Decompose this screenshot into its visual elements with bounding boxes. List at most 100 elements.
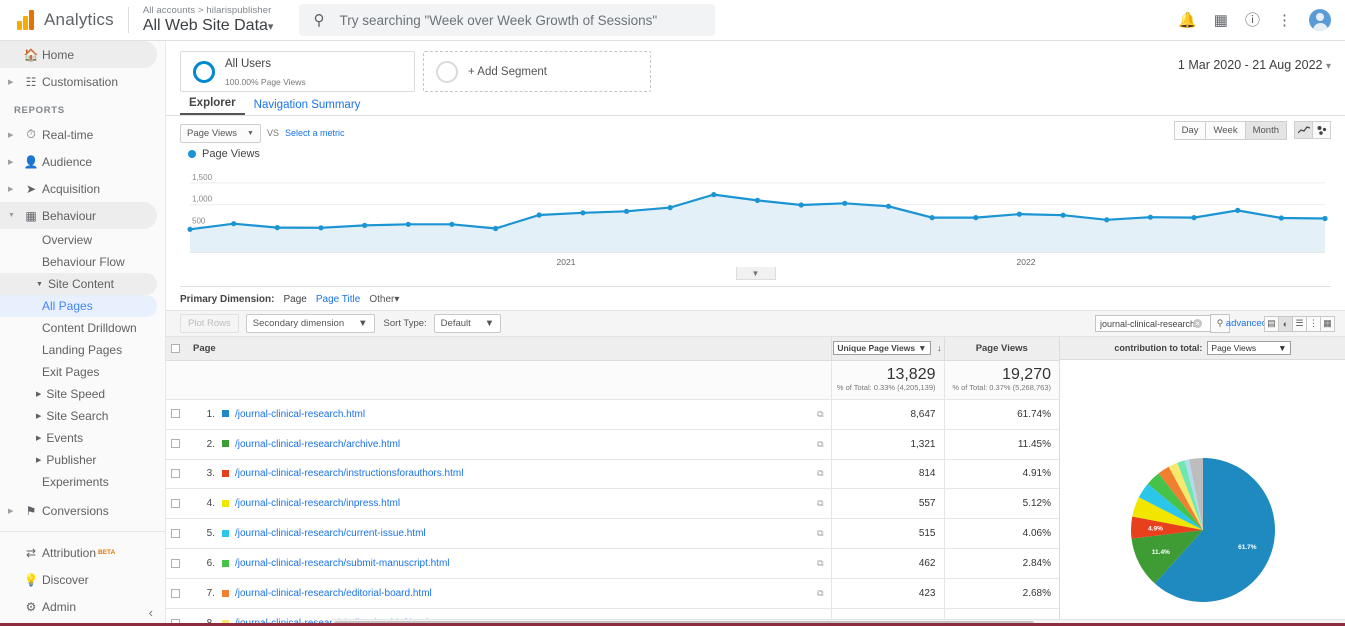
sidebar-item-real-time[interactable]: ▶ ⏱ Real-time	[0, 121, 165, 148]
chart-point[interactable]	[799, 202, 804, 207]
chart-point[interactable]	[362, 223, 367, 228]
chart-point[interactable]	[973, 215, 978, 220]
sort-type-select[interactable]: Default▼	[434, 314, 502, 333]
chart-point[interactable]	[1279, 215, 1284, 220]
chart-point[interactable]	[886, 204, 891, 209]
row-page-link[interactable]: /journal-clinical-research.html	[235, 409, 365, 420]
chart-point[interactable]	[493, 226, 498, 231]
row-checkbox[interactable]	[171, 469, 180, 478]
comparison-view-icon[interactable]: ⋮	[1306, 316, 1321, 332]
sidebar-item-site-search[interactable]: ▶Site Search	[0, 405, 165, 427]
sidebar-item-site-speed[interactable]: ▶Site Speed	[0, 383, 165, 405]
open-page-icon[interactable]: ⧉	[817, 528, 823, 539]
advanced-link[interactable]: advanced	[1226, 318, 1267, 329]
chart-point[interactable]	[1061, 213, 1066, 218]
chart-point[interactable]	[842, 201, 847, 206]
chart-point[interactable]	[711, 192, 716, 197]
column-header-unique-page-views[interactable]: Unique Page Views▼ ↓	[831, 337, 944, 360]
collapse-sidebar-button[interactable]: ‹	[149, 605, 153, 620]
open-page-icon[interactable]: ⧉	[817, 558, 823, 569]
table-row[interactable]: 7./journal-clinical-research/editorial-b…	[166, 579, 1059, 609]
tab-navigation-summary[interactable]: Navigation Summary	[245, 99, 370, 115]
chart-point[interactable]	[755, 198, 760, 203]
row-checkbox[interactable]	[171, 589, 180, 598]
row-checkbox[interactable]	[171, 529, 180, 538]
sidebar-item-content-drilldown[interactable]: Content Drilldown	[0, 317, 165, 339]
chart-point[interactable]	[1322, 216, 1327, 221]
chart-point[interactable]	[1191, 215, 1196, 220]
sidebar-item-home[interactable]: 🏠 Home	[0, 41, 157, 68]
table-view-icon[interactable]: ▤	[1264, 316, 1279, 332]
primary-dimension-page-title[interactable]: Page Title	[316, 294, 360, 305]
chart-point[interactable]	[537, 212, 542, 217]
table-row[interactable]: 2./journal-clinical-research/archive.htm…	[166, 429, 1059, 459]
sort-indicator-icon[interactable]: ↓	[937, 343, 942, 353]
pivot-view-icon[interactable]: ▦	[1320, 316, 1335, 332]
motion-chart-icon[interactable]	[1312, 121, 1331, 139]
performance-view-icon[interactable]: ☰	[1292, 316, 1307, 332]
column-header-page-views[interactable]: Page Views	[944, 337, 1059, 360]
row-checkbox[interactable]	[171, 499, 180, 508]
row-page-link[interactable]: /journal-clinical-research/inpress.html	[235, 498, 400, 509]
sidebar-item-conversions[interactable]: ▶ ⚑ Conversions	[0, 497, 165, 524]
select-all-checkbox[interactable]	[171, 344, 180, 353]
sidebar-item-events[interactable]: ▶Events	[0, 427, 165, 449]
row-page-link[interactable]: /journal-clinical-research/current-issue…	[235, 528, 426, 539]
row-page-link[interactable]: /journal-clinical-research/editorial-boa…	[235, 588, 432, 599]
granularity-week[interactable]: Week	[1205, 121, 1245, 140]
row-page-link[interactable]: /journal-clinical-research/submit-manusc…	[235, 558, 450, 569]
sidebar-item-behaviour-flow[interactable]: Behaviour Flow	[0, 251, 165, 273]
open-page-icon[interactable]: ⧉	[817, 439, 823, 450]
chart-point[interactable]	[1235, 208, 1240, 213]
sidebar-item-customisation[interactable]: ▶ ☷ Customisation	[0, 68, 165, 95]
column-header-page[interactable]: Page	[184, 337, 831, 360]
row-checkbox[interactable]	[171, 439, 180, 448]
sidebar-item-site-content[interactable]: ▼Site Content	[0, 273, 157, 295]
more-vert-icon[interactable]: ⋮	[1277, 13, 1292, 28]
chart-point[interactable]	[187, 227, 192, 232]
chart-point[interactable]	[1104, 217, 1109, 222]
collapse-chart-button[interactable]: ▼	[736, 267, 776, 280]
table-row[interactable]: 1./journal-clinical-research.html⧉8,6476…	[166, 399, 1059, 429]
row-checkbox[interactable]	[171, 559, 180, 568]
table-row[interactable]: 5./journal-clinical-research/current-iss…	[166, 519, 1059, 549]
sidebar-item-experiments[interactable]: Experiments	[0, 471, 165, 493]
clear-search-icon[interactable]: ✕	[1193, 319, 1202, 328]
table-row[interactable]: 4./journal-clinical-research/inpress.htm…	[166, 489, 1059, 519]
chart-point[interactable]	[231, 221, 236, 226]
plot-rows-button[interactable]: Plot Rows	[180, 314, 239, 333]
sidebar-item-exit-pages[interactable]: Exit Pages	[0, 361, 165, 383]
sidebar-item-admin[interactable]: ⚙ Admin	[0, 593, 165, 620]
row-page-link[interactable]: /journal-clinical-research/instructionsf…	[235, 468, 463, 479]
metric-pill[interactable]: Unique Page Views▼	[833, 341, 930, 355]
sidebar-item-publisher[interactable]: ▶Publisher	[0, 449, 165, 471]
avatar[interactable]	[1309, 9, 1331, 31]
pie-view-icon[interactable]: ◐	[1278, 316, 1293, 332]
chart-point[interactable]	[449, 222, 454, 227]
segment-all-users[interactable]: All Users 100.00% Page Views	[180, 51, 415, 92]
global-search[interactable]: ⚲	[299, 4, 715, 36]
chart-point[interactable]	[1148, 215, 1153, 220]
table-row[interactable]: 6./journal-clinical-research/submit-manu…	[166, 549, 1059, 579]
metric-select[interactable]: Page Views▼	[180, 124, 261, 143]
search-input[interactable]	[337, 12, 701, 29]
row-page-link[interactable]: /journal-clinical-research/archive.html	[235, 439, 400, 450]
line-chart-icon[interactable]	[1294, 121, 1313, 139]
sidebar-item-discover[interactable]: 💡 Discover	[0, 566, 165, 593]
open-page-icon[interactable]: ⧉	[817, 409, 823, 420]
help-icon[interactable]: ⓘ	[1245, 13, 1260, 28]
sidebar-item-overview[interactable]: Overview	[0, 229, 165, 251]
pie-metric-select[interactable]: Page Views▼	[1207, 341, 1290, 355]
chart-point[interactable]	[275, 225, 280, 230]
sidebar-item-acquisition[interactable]: ▶ ➤ Acquisition	[0, 175, 165, 202]
add-segment-button[interactable]: + Add Segment	[423, 51, 651, 92]
chart-point[interactable]	[580, 210, 585, 215]
open-page-icon[interactable]: ⧉	[817, 498, 823, 509]
bell-icon[interactable]: 🔔	[1178, 13, 1197, 28]
sidebar-item-attribution[interactable]: ⇄ Attribution BETA	[0, 539, 165, 566]
sidebar-item-behaviour[interactable]: ▼ ▦ Behaviour	[0, 202, 157, 229]
secondary-dimension-select[interactable]: Secondary dimension▼	[246, 314, 375, 333]
granularity-day[interactable]: Day	[1174, 121, 1207, 140]
row-checkbox[interactable]	[171, 409, 180, 418]
chart-point[interactable]	[668, 205, 673, 210]
